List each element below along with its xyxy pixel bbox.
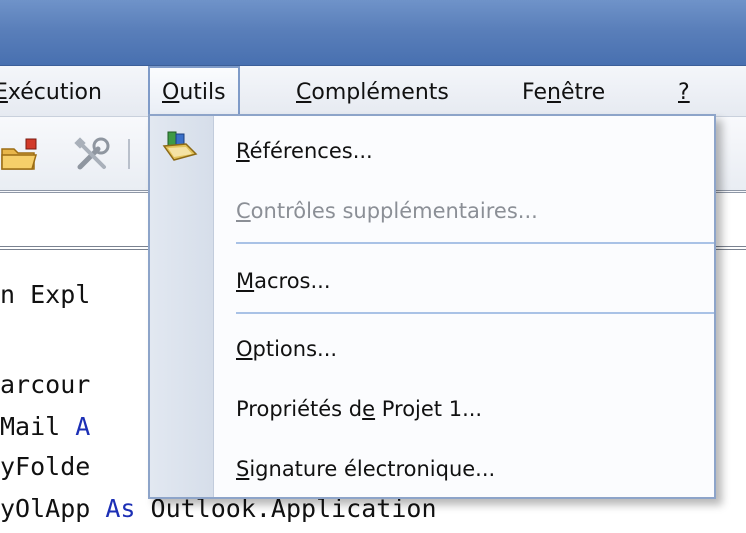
menu-item-controles-supplementaires[interactable]: Contrôles supplémentaires...	[236, 192, 538, 230]
code-text: yOlApp	[0, 494, 106, 523]
code-line[interactable]: arcour	[0, 370, 90, 399]
menu-item-references[interactable]: Références...	[236, 132, 373, 170]
window-title-bar[interactable]	[0, 0, 746, 66]
references-icon	[162, 130, 198, 168]
menu-complements[interactable]: Compléments	[296, 76, 449, 110]
tools-icon[interactable]	[72, 135, 112, 179]
code-text: Mail	[0, 412, 76, 441]
menu-item-proprietes-projet[interactable]: Propriétés de Projet 1...	[236, 390, 482, 428]
menu-item-signature-electronique[interactable]: Signature électronique...	[236, 450, 495, 488]
menu-outils[interactable]: Outils	[148, 66, 240, 117]
code-text: arcour	[0, 370, 91, 399]
toolbar-separator	[128, 139, 130, 169]
menu-help[interactable]: ?	[678, 76, 690, 110]
menu-item-macros[interactable]: Macros...	[236, 262, 331, 300]
project-folder-icon[interactable]	[0, 135, 40, 179]
code-text: yFolde	[0, 452, 91, 481]
code-keyword: A	[75, 412, 91, 441]
outils-dropdown-menu: Références... Contrôles supplémentaires.…	[148, 114, 716, 499]
menu-separator	[236, 312, 714, 314]
code-line[interactable]: n Expl	[0, 280, 90, 309]
menu-bar: Exécution Outils Compléments Fenêtre ?	[0, 66, 746, 117]
code-text: n Expl	[0, 280, 91, 309]
menu-fenetre[interactable]: Fenêtre	[522, 76, 605, 110]
code-line[interactable]: yFolde	[0, 452, 90, 481]
menu-execution[interactable]: Exécution	[0, 76, 102, 110]
menu-icon-gutter	[150, 116, 214, 497]
code-keyword: As	[105, 494, 136, 523]
code-line[interactable]: Mail A	[0, 412, 90, 441]
menu-separator	[236, 242, 714, 244]
menu-item-options[interactable]: Options...	[236, 330, 337, 368]
